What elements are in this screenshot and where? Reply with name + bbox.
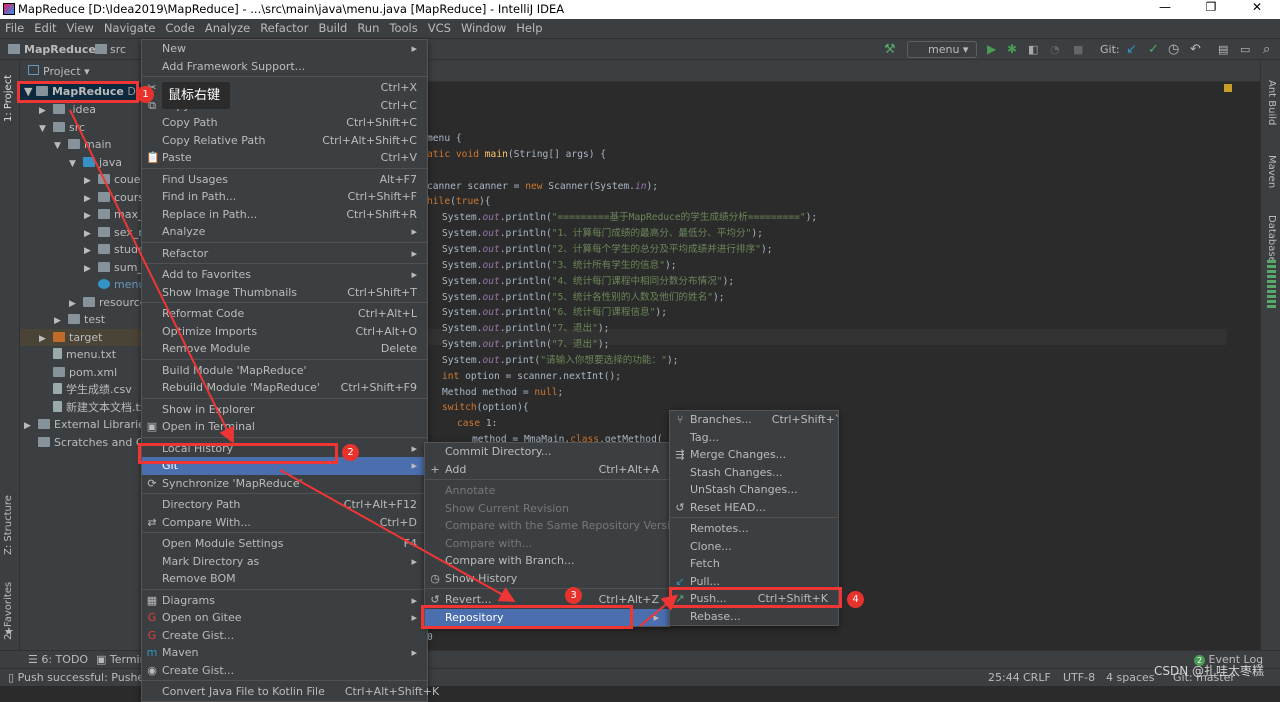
- annotation-arrows: [0, 0, 1280, 686]
- arrow-3-to-4: [640, 597, 675, 626]
- arrow-1-to-2: [70, 110, 232, 440]
- arrow-2-to-3: [280, 470, 512, 600]
